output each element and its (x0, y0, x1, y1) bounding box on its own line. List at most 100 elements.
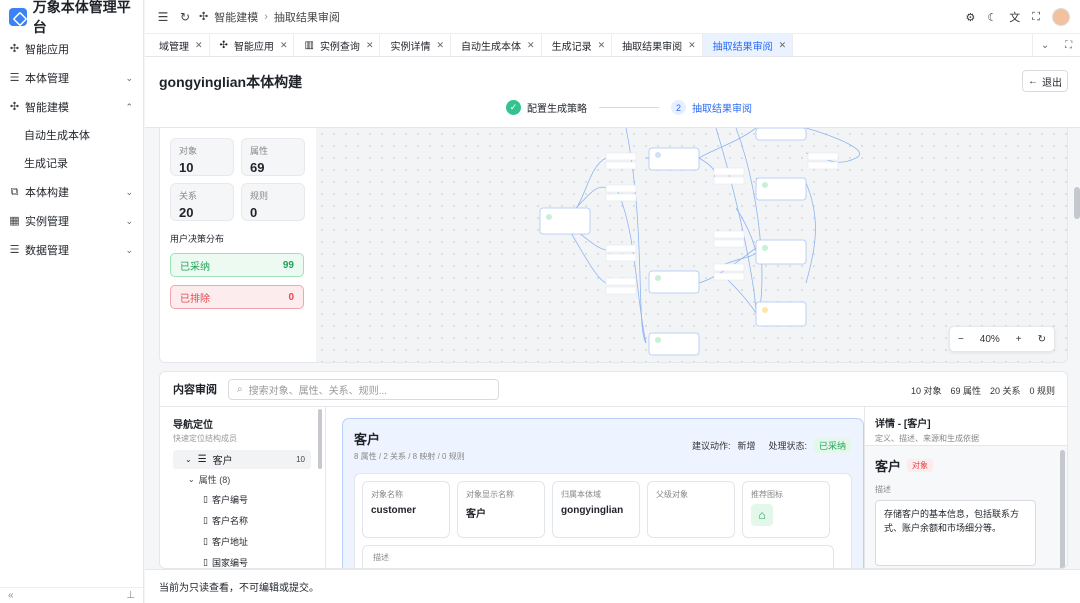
tab-instance-detail[interactable]: 实例详情 ✕ (380, 34, 452, 56)
tree-leaf[interactable]: ▯ 客户名称 (173, 510, 325, 531)
accepted-badge[interactable]: 已采纳 99 (170, 253, 304, 277)
zoom-out-button[interactable]: − (958, 334, 964, 345)
tab-gen-records[interactable]: 生成记录 ✕ (542, 34, 613, 56)
reset-view-icon[interactable]: ↻ (1038, 334, 1046, 345)
field-domain: 归属本体域 gongyinglian (552, 481, 640, 538)
detail-description-textarea[interactable]: 存储客户的基本信息，包括联系方式、账户余额和市场细分等。 (875, 500, 1036, 566)
count-relations: 20 关系 (989, 386, 1021, 396)
nav-tree: 导航定位 快速定位结构成员 ⌄ ☰ 客户 10 ⌄ 属性 (8) ▯ 客户编号 ▯… (160, 407, 326, 568)
graph-node[interactable] (755, 177, 807, 201)
tab-instance-query[interactable]: ▥ 实例查询 ✕ (294, 34, 381, 56)
tab-review-1[interactable]: 抽取结果审阅 ✕ (612, 34, 703, 56)
stat-relations: 关系 20 (170, 183, 234, 221)
search-icon: ⌕ (237, 383, 243, 395)
detail-scrollbar[interactable] (1060, 450, 1065, 568)
sidebar-subitem-gen-records[interactable]: 生成记录 (0, 149, 143, 177)
field-description: 描述 (362, 545, 834, 568)
refresh-icon[interactable]: ↻ (177, 10, 193, 24)
close-icon[interactable]: ✕ (280, 40, 288, 51)
excluded-badge[interactable]: 已排除 0 (170, 285, 304, 309)
stat-label: 属性 (250, 146, 269, 156)
database-icon: ☰ (9, 71, 20, 84)
tab-bar: 域管理 ✕ ✣ 智能应用 ✕ ▥ 实例查询 ✕ 实例详情 ✕ 自动生成本体 ✕ 生成记录 ✕ 抽… (145, 34, 1080, 57)
tree-attr-label: 属性 (8) (198, 474, 231, 485)
collapse-sidebar-icon[interactable]: « (8, 590, 14, 601)
accepted-count: 99 (282, 259, 294, 271)
tab-label: 自动生成本体 (461, 41, 522, 53)
exit-button[interactable]: ← 退出 (1022, 70, 1068, 92)
graph-node[interactable] (755, 239, 807, 265)
menu-toggle-icon[interactable]: ☰ (155, 10, 171, 24)
briefcase-icon: ⌂ (751, 504, 773, 526)
caret-down-icon: ⌄ (185, 455, 192, 464)
object-tag: 对象 (907, 459, 934, 472)
tab-label: 抽取结果审阅 (622, 41, 683, 53)
chevron-down-icon: ⌄ (125, 244, 133, 255)
step-connector (599, 107, 659, 108)
breadcrumb-parent[interactable]: 智能建模 (214, 9, 258, 25)
field-label: 归属本体域 (561, 490, 601, 499)
maximize-icon[interactable]: ⛶ (1065, 40, 1072, 51)
tree-attr-group[interactable]: ⌄ 属性 (8) (173, 469, 325, 489)
sidebar-item-instance-manage[interactable]: ▦ 实例管理 ⌄ (0, 207, 143, 235)
grid-icon: ▦ (9, 214, 20, 227)
pin-icon[interactable]: ⊥ (126, 590, 135, 601)
sidebar-subitem-auto-generate[interactable]: 自动生成本体 (0, 121, 143, 149)
close-icon[interactable]: ✕ (366, 40, 374, 51)
graph-node[interactable] (648, 147, 700, 171)
tab-auto-generate[interactable]: 自动生成本体 ✕ (451, 34, 542, 56)
fullscreen-icon[interactable]: ⛶ (1032, 11, 1040, 24)
graph-nodes (539, 128, 807, 356)
stat-label: 关系 (179, 191, 198, 201)
sidebar-item-label: 数据管理 (25, 245, 69, 257)
graph-node[interactable] (539, 207, 591, 235)
status-label: 处理状态: (768, 441, 807, 451)
document-icon: ▯ (203, 557, 208, 567)
tab-smart-app[interactable]: ✣ 智能应用 ✕ (210, 34, 295, 56)
detail-header: 详情 - [客户] 定义、描述、来源和生成依据 (865, 407, 1067, 446)
graph-node[interactable] (755, 128, 807, 141)
sidebar-item-ontology-manage[interactable]: ☰ 本体管理 ⌄ (0, 64, 143, 92)
tree-leaf-label: 客户地址 (211, 537, 248, 547)
search-input[interactable]: ⌕ 搜索对象、属性、关系、规则... (228, 378, 499, 400)
object-view: 客户 8 属性 / 2 关系 / 8 映射 / 0 规则 建议动作: 新增 处理… (326, 407, 864, 568)
close-icon[interactable]: ✕ (195, 40, 203, 51)
tree-leaf[interactable]: ▯ 客户地址 (173, 531, 325, 552)
graph-node[interactable] (755, 301, 807, 327)
close-icon[interactable]: ✕ (779, 40, 787, 51)
page-scrollbar[interactable] (1074, 187, 1080, 219)
chevron-down-icon[interactable]: ⌄ (1041, 40, 1049, 51)
close-icon[interactable]: ✕ (527, 40, 535, 51)
review-title: 内容审阅 (173, 384, 217, 396)
zoom-in-button[interactable]: + (1016, 334, 1022, 345)
avatar[interactable] (1052, 8, 1070, 26)
graph-node[interactable] (648, 332, 700, 356)
sidebar-item-data-manage[interactable]: ☰ 数据管理 ⌄ (0, 236, 143, 264)
tree-scrollbar[interactable] (318, 409, 322, 469)
translate-icon[interactable]: 文 (1009, 9, 1020, 25)
close-icon[interactable]: ✕ (436, 40, 444, 51)
sidebar-item-smart-app[interactable]: ✣ 智能应用 (0, 35, 143, 63)
sidebar-item-smart-modeling[interactable]: ✣ 智能建模 ⌃ (0, 93, 143, 121)
zoom-controls: − 40% + ↻ (949, 326, 1055, 352)
stepper: ✓ 配置生成策略 2 抽取结果审阅 (506, 100, 752, 115)
tree-leaf[interactable]: ▯ 国家编号 (173, 552, 325, 568)
graph-canvas[interactable]: − 40% + ↻ (316, 128, 1067, 362)
database-icon: ☰ (9, 243, 20, 256)
tree-title: 导航定位 (173, 420, 213, 431)
close-icon[interactable]: ✕ (688, 40, 696, 51)
dark-mode-moon-icon[interactable]: ☾ (987, 11, 997, 24)
tree-leaf[interactable]: ▯ 客户编号 (173, 489, 325, 510)
settings-gear-icon[interactable]: ⚙ (966, 11, 976, 24)
step-review: 2 抽取结果审阅 (671, 100, 752, 115)
close-icon[interactable]: ✕ (598, 40, 606, 51)
graph-node[interactable] (648, 270, 700, 294)
tree-node-customer[interactable]: ⌄ ☰ 客户 10 (173, 450, 311, 469)
sidebar-item-label: 本体管理 (25, 73, 69, 85)
app-logo[interactable]: 万象本体管理平台 (0, 0, 143, 35)
tab-domain-manage[interactable]: 域管理 ✕ (149, 34, 210, 56)
tab-review-active[interactable]: 抽取结果审阅 ✕ (702, 34, 794, 56)
overview-card: 对象 10 属性 69 关系 20 规则 0 用户决策分布 已采纳 99 已排除 0 (159, 128, 1068, 363)
sidebar-item-ontology-build[interactable]: ⧉ 本体构建 ⌄ (0, 178, 143, 206)
page-header: gongyinglian本体构建 ← 退出 ✓ 配置生成策略 2 抽取结果审阅 (145, 57, 1080, 128)
